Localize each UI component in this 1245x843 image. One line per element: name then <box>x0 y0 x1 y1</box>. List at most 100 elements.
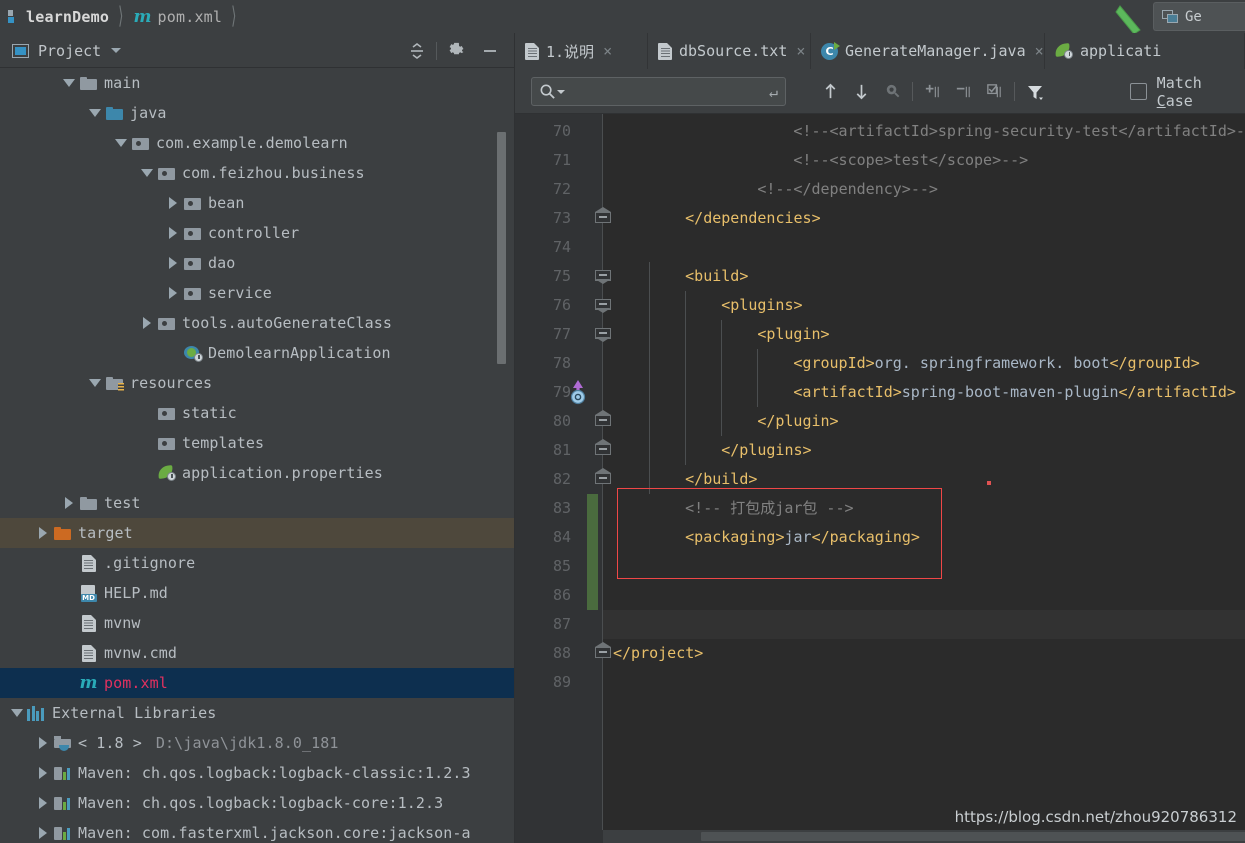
tool-window-tab-generate[interactable]: Ge <box>1153 2 1245 31</box>
expand-arrow-icon[interactable] <box>34 764 52 782</box>
search-input-wrapper[interactable]: ↵ <box>531 77 786 106</box>
editor-tab-dbsource-txt[interactable]: dbSource.txt × <box>648 33 811 69</box>
close-icon[interactable]: × <box>1035 43 1044 59</box>
tree-item-mvnw-cmd[interactable]: mvnw.cmd <box>0 638 515 668</box>
add-occurrence-button[interactable] <box>917 77 948 106</box>
code-line[interactable]: <!-- 打包成jar包 --> <box>685 494 853 523</box>
tree-item-help-md[interactable]: MD HELP.md <box>0 578 515 608</box>
line-number[interactable]: 85 <box>529 552 571 581</box>
line-number[interactable]: 87 <box>529 610 571 639</box>
project-tree[interactable]: main java com.example.demolearn com.feizhou… <box>0 68 515 843</box>
search-input[interactable] <box>567 83 769 100</box>
line-number[interactable]: 79 <box>529 378 571 407</box>
select-occurrences-button[interactable] <box>979 77 1010 106</box>
line-number[interactable]: 81 <box>529 436 571 465</box>
code-fold-marker[interactable] <box>595 270 611 284</box>
editor-tab-1[interactable]: 1.说明 × <box>515 33 648 69</box>
close-icon[interactable]: × <box>603 43 612 59</box>
tree-item-application-properties[interactable]: application.properties <box>0 458 515 488</box>
hide-panel-button[interactable] <box>473 34 507 68</box>
expand-arrow-icon[interactable] <box>34 734 52 752</box>
collapse-arrow-icon[interactable] <box>138 164 156 182</box>
code-line[interactable]: <build> <box>685 262 748 291</box>
tree-item-com-example-demolearn[interactable]: com.example.demolearn <box>0 128 515 158</box>
line-number[interactable]: 82 <box>529 465 571 494</box>
code-line[interactable]: </build> <box>685 465 757 494</box>
tree-item-maven-com-fasterxml-jackson-core-jackson-a[interactable]: Maven: com.fasterxml.jackson.core:jackso… <box>0 818 515 843</box>
chevron-down-icon[interactable] <box>557 89 565 94</box>
collapse-arrow-icon[interactable] <box>86 374 104 392</box>
line-number[interactable]: 76 <box>529 291 571 320</box>
line-number[interactable]: 88 <box>529 639 571 668</box>
expand-arrow-icon[interactable] <box>138 314 156 332</box>
code-fold-marker[interactable] <box>595 299 611 313</box>
error-stripe-mark[interactable] <box>987 481 991 485</box>
tree-item-main[interactable]: main <box>0 68 515 98</box>
code-fold-marker[interactable] <box>595 207 611 226</box>
tree-item-demolearnapplication[interactable]: DemolearnApplication <box>0 338 515 368</box>
line-number[interactable]: 70 <box>529 117 571 146</box>
line-number[interactable]: 71 <box>529 146 571 175</box>
code-fold-marker[interactable] <box>595 439 611 458</box>
code-fold-marker[interactable] <box>595 468 611 487</box>
project-panel-scrollbar[interactable] <box>497 132 506 364</box>
tree-item-external-libraries[interactable]: External Libraries <box>0 698 515 728</box>
breadcrumb-item-project[interactable]: learnDemo <box>8 0 109 33</box>
line-number[interactable]: 84 <box>529 523 571 552</box>
line-number[interactable]: 73 <box>529 204 571 233</box>
line-number[interactable]: 75 <box>529 262 571 291</box>
code-line[interactable]: <!--</dependency>--> <box>757 175 938 204</box>
tree-item-maven-ch-qos-logback-logback-classic-1-2-3[interactable]: Maven: ch.qos.logback:logback-classic:1.… <box>0 758 515 788</box>
match-case-option[interactable]: Match Case <box>1130 74 1245 110</box>
tree-item-templates[interactable]: templates <box>0 428 515 458</box>
code-fold-marker[interactable] <box>595 328 611 342</box>
expand-arrow-icon[interactable] <box>164 224 182 242</box>
collapse-arrow-icon[interactable] <box>86 104 104 122</box>
breadcrumb-item-file[interactable]: m pom.xml <box>134 0 223 33</box>
code-line[interactable]: </plugins> <box>721 436 811 465</box>
tree-item-resources[interactable]: resources <box>0 368 515 398</box>
tree-item-static[interactable]: static <box>0 398 515 428</box>
line-number[interactable]: 77 <box>529 320 571 349</box>
tree-item-controller[interactable]: controller <box>0 218 515 248</box>
code-fold-marker[interactable] <box>595 410 611 429</box>
code-line[interactable]: <packaging>jar</packaging> <box>685 523 920 552</box>
expand-arrow-icon[interactable] <box>60 494 78 512</box>
code-line[interactable]: </dependencies> <box>685 204 820 233</box>
expand-arrow-icon[interactable] <box>164 254 182 272</box>
code-line[interactable]: <groupId>org. springframework. boot</gro… <box>793 349 1199 378</box>
tree-item-dao[interactable]: dao <box>0 248 515 278</box>
code-line[interactable]: <plugin> <box>757 320 829 349</box>
filter-button[interactable] <box>1019 77 1050 106</box>
horizontal-scrollbar-track[interactable] <box>603 830 1245 843</box>
collapse-arrow-icon[interactable] <box>112 134 130 152</box>
expand-arrow-icon[interactable] <box>164 194 182 212</box>
tree-item-com-feizhou-business[interactable]: com.feizhou.business <box>0 158 515 188</box>
tree-item-tools-autogenerateclass[interactable]: tools.autoGenerateClass <box>0 308 515 338</box>
tree-item-pom-xml[interactable]: m pom.xml <box>0 668 515 698</box>
close-icon[interactable]: × <box>796 43 805 59</box>
tree-item-gitignore[interactable]: .gitignore <box>0 548 515 578</box>
match-case-checkbox[interactable] <box>1130 83 1147 100</box>
expand-arrow-icon[interactable] <box>34 824 52 842</box>
tree-item-target[interactable]: target <box>0 518 515 548</box>
code-line[interactable]: </project> <box>613 639 703 668</box>
select-all-occurrences-button[interactable] <box>877 77 908 106</box>
horizontal-scrollbar-thumb[interactable] <box>701 832 1245 841</box>
tree-item-service[interactable]: service <box>0 278 515 308</box>
code-line[interactable]: </plugin> <box>757 407 838 436</box>
tree-item-mvnw[interactable]: mvnw <box>0 608 515 638</box>
project-panel-title[interactable]: Project <box>12 33 122 68</box>
tree-item-java[interactable]: java <box>0 98 515 128</box>
line-number[interactable]: 72 <box>529 175 571 204</box>
recursive-call-arrow-icon[interactable] <box>567 379 589 405</box>
code-line[interactable]: <plugins> <box>721 291 802 320</box>
line-number[interactable]: 83 <box>529 494 571 523</box>
line-number[interactable]: 78 <box>529 349 571 378</box>
chevron-down-icon[interactable] <box>111 48 122 53</box>
expand-arrow-icon[interactable] <box>34 524 52 542</box>
line-number[interactable]: 74 <box>529 233 571 262</box>
expand-arrow-icon[interactable] <box>34 794 52 812</box>
tree-item-test[interactable]: test <box>0 488 515 518</box>
line-number[interactable]: 80 <box>529 407 571 436</box>
